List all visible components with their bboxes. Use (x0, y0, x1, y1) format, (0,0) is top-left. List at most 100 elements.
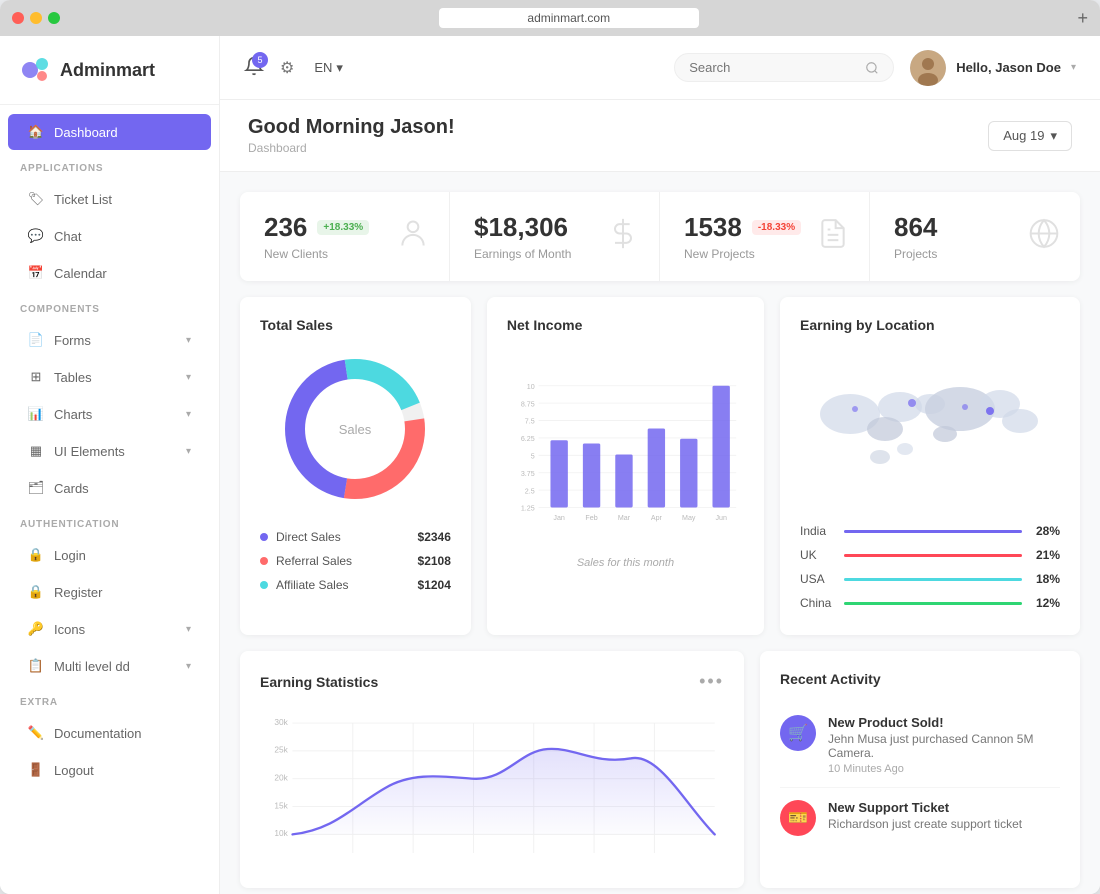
language-selector[interactable]: EN ▾ (314, 60, 343, 76)
sidebar-item-logout[interactable]: 🚪 Logout (8, 752, 211, 788)
url-input[interactable]: adminmart.com (439, 8, 699, 28)
svg-text:30k: 30k (274, 717, 288, 727)
home-icon: 🏠 (28, 124, 44, 140)
file-icon (817, 217, 849, 256)
date-picker[interactable]: Aug 19 ▾ (988, 121, 1072, 151)
activity-content: New Product Sold! Jehn Musa just purchas… (828, 715, 1060, 775)
sidebar-item-multilevel[interactable]: 📋 Multi level dd ▾ (8, 648, 211, 684)
close-button[interactable] (12, 12, 24, 24)
sidebar-item-label: Forms (54, 333, 91, 348)
svg-text:6.25: 6.25 (521, 435, 535, 443)
sidebar-item-documentation[interactable]: ✏️ Documentation (8, 715, 211, 751)
chart-icon: 📊 (28, 406, 44, 422)
settings-icon[interactable]: ⚙ (280, 58, 294, 78)
sidebar-item-calendar[interactable]: 📅 Calendar (8, 255, 211, 291)
app: Adminmart 🏠 Dashboard APPLICATIONS 🏷 Tic… (0, 36, 1100, 894)
donut-legend: Direct Sales $2346 Referral Sales $2108 (260, 525, 451, 597)
sidebar-item-login[interactable]: 🔒 Login (8, 537, 211, 573)
svg-text:Apr: Apr (651, 514, 663, 522)
sidebar-item-ticket-list[interactable]: 🏷 Ticket List (8, 181, 211, 217)
stat-card-projects: 864 Projects (870, 192, 1080, 281)
sidebar-logo: Adminmart (0, 36, 219, 105)
sidebar-item-label: Dashboard (54, 125, 118, 140)
activity-title: Recent Activity (780, 671, 1060, 687)
svg-text:3.75: 3.75 (521, 470, 535, 478)
forms-icon: 📄 (28, 332, 44, 348)
location-legend: India 28% UK 21% USA (800, 519, 1060, 615)
area-chart: 30k 25k 20k 15k 10k (260, 708, 724, 868)
sidebar-item-label: Tables (54, 370, 92, 385)
edit-icon: ✏️ (28, 725, 44, 741)
loc-item-uk: UK 21% (800, 543, 1060, 567)
svg-text:8.75: 8.75 (521, 400, 535, 408)
charts-row: Total Sales Sales (240, 297, 1080, 635)
more-options-button[interactable]: ••• (699, 671, 724, 692)
chart-title: Earning by Location (800, 317, 1060, 333)
net-income-card: Net Income (487, 297, 764, 635)
svg-text:5: 5 (531, 452, 535, 460)
section-label-extra: EXTRA (0, 685, 219, 714)
search-bar[interactable] (674, 53, 894, 82)
earning-statistics-card: Earning Statistics ••• 30k 25k 20k 15k 1… (240, 651, 744, 888)
activity-item-desc: Richardson just create support ticket (828, 817, 1022, 831)
svg-text:20k: 20k (274, 773, 288, 783)
activity-item-desc: Jehn Musa just purchased Cannon 5M Camer… (828, 732, 1060, 760)
chevron-down-icon: ▾ (186, 661, 191, 672)
browser-titlebar: adminmart.com + (0, 0, 1100, 36)
copy-icon: 📋 (28, 658, 44, 674)
svg-text:7.5: 7.5 (525, 418, 535, 426)
chevron-down-icon: ▾ (1050, 128, 1057, 144)
bottom-row: Earning Statistics ••• 30k 25k 20k 15k 1… (240, 651, 1080, 888)
notification-badge: 5 (252, 52, 268, 68)
sidebar-item-label: Logout (54, 763, 94, 778)
svg-text:Jan: Jan (553, 514, 565, 522)
legend-item-referral: Referral Sales $2108 (260, 549, 451, 573)
right-panel: 5 ⚙ EN ▾ (220, 36, 1100, 894)
grid-icon: ▦ (28, 443, 44, 459)
maximize-button[interactable] (48, 12, 60, 24)
search-icon (865, 61, 879, 75)
stat-badge: -18.33% (752, 220, 801, 235)
sidebar-item-ui-elements[interactable]: ▦ UI Elements ▾ (8, 433, 211, 469)
sidebar-item-label: Documentation (54, 726, 141, 741)
sidebar-item-label: Cards (54, 481, 89, 496)
svg-text:Mar: Mar (618, 514, 631, 522)
user-greeting: Hello, Jason Doe (956, 60, 1061, 75)
main-content: Good Morning Jason! Dashboard Aug 19 ▾ 2… (220, 100, 1100, 894)
avatar (910, 50, 946, 86)
sidebar-item-chat[interactable]: 💬 Chat (8, 218, 211, 254)
chevron-down-icon: ▾ (186, 372, 191, 383)
sidebar-item-label: Calendar (54, 266, 107, 281)
sidebar-item-register[interactable]: 🔒 Register (8, 574, 211, 610)
search-input[interactable] (689, 60, 857, 75)
sidebar-item-cards[interactable]: 🗂 Cards (8, 470, 211, 506)
sidebar-item-forms[interactable]: 📄 Forms ▾ (8, 322, 211, 358)
chevron-down-icon: ▾ (336, 60, 343, 76)
traffic-lights (12, 12, 60, 24)
tag-icon: 🏷 (28, 191, 44, 207)
loc-item-usa: USA 18% (800, 567, 1060, 591)
minimize-button[interactable] (30, 12, 42, 24)
bell-button[interactable]: 5 (244, 56, 264, 79)
world-map (800, 349, 1060, 509)
sidebar-item-icons[interactable]: 🔑 Icons ▾ (8, 611, 211, 647)
sidebar-item-label: Ticket List (54, 192, 112, 207)
person-icon (397, 217, 429, 256)
sidebar-item-dashboard[interactable]: 🏠 Dashboard (8, 114, 211, 150)
user-menu[interactable]: Hello, Jason Doe ▾ (910, 50, 1076, 86)
new-tab-button[interactable]: + (1077, 8, 1088, 29)
svg-text:Feb: Feb (585, 514, 597, 522)
chart-title: Total Sales (260, 317, 451, 333)
loc-item-india: India 28% (800, 519, 1060, 543)
sidebar-item-tables[interactable]: ⊞ Tables ▾ (8, 359, 211, 395)
sidebar-item-charts[interactable]: 📊 Charts ▾ (8, 396, 211, 432)
chart-title: Earning Statistics (260, 674, 378, 690)
svg-text:Jun: Jun (715, 514, 727, 522)
svg-text:10: 10 (527, 383, 535, 391)
loc-line (844, 530, 1022, 533)
activity-item-product-sold: 🛒 New Product Sold! Jehn Musa just purch… (780, 703, 1060, 788)
activity-content: New Support Ticket Richardson just creat… (828, 800, 1022, 836)
sidebar-item-label: Chat (54, 229, 81, 244)
stat-badge: +18.33% (317, 220, 369, 235)
chevron-down-icon: ▾ (186, 446, 191, 457)
